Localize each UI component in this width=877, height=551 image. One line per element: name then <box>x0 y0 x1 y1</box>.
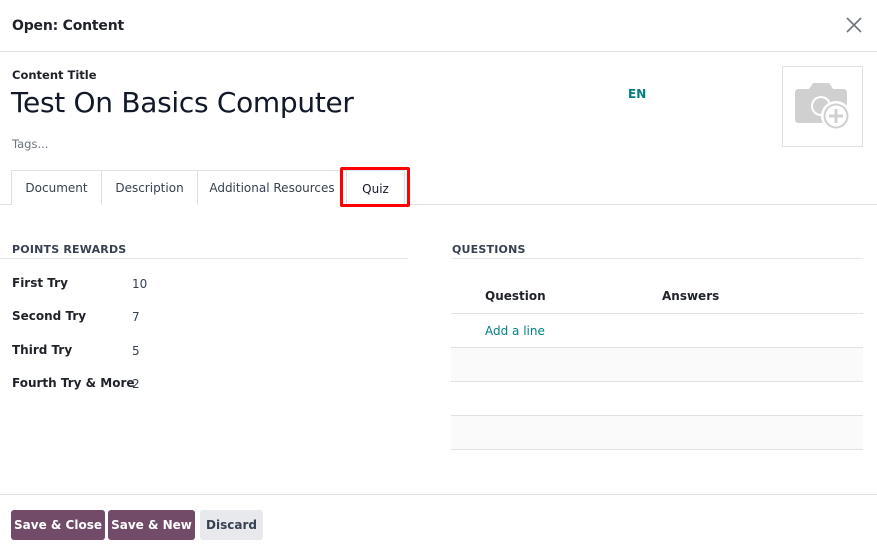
fourth-try-label: Fourth Try & More <box>12 376 135 390</box>
first-try-input[interactable]: 10 <box>132 277 147 291</box>
close-button[interactable] <box>845 14 865 36</box>
save-close-button[interactable]: Save & Close <box>11 510 105 540</box>
table-row <box>451 382 863 416</box>
camera-add-icon <box>794 82 851 131</box>
save-new-button[interactable]: Save & New <box>108 510 195 540</box>
table-row <box>451 416 863 450</box>
tab-additional-resources[interactable]: Additional Resources <box>197 170 347 205</box>
tab-bar: Document Description Additional Resource… <box>0 170 877 206</box>
content-dialog: Open: Content Content Title Test On Basi… <box>0 0 877 551</box>
image-upload[interactable] <box>782 66 863 147</box>
divider <box>451 258 863 259</box>
dialog-footer: Save & Close Save & New Discard <box>0 494 877 551</box>
questions-heading: QUESTIONS <box>452 243 526 256</box>
close-icon <box>846 17 862 33</box>
column-question[interactable]: Question <box>485 289 546 303</box>
dialog-title: Open: Content <box>12 17 124 34</box>
second-try-label: Second Try <box>12 309 87 323</box>
content-title-label: Content Title <box>12 68 97 82</box>
third-try-label: Third Try <box>12 343 73 357</box>
table-header: Question Answers <box>451 279 863 314</box>
content-title-input[interactable]: Test On Basics Computer <box>11 86 354 119</box>
add-line-link[interactable]: Add a line <box>485 324 545 338</box>
discard-button[interactable]: Discard <box>200 510 263 540</box>
table-row: Add a line <box>451 314 863 348</box>
divider <box>0 258 408 259</box>
dialog-header: Open: Content <box>0 0 877 52</box>
tab-description[interactable]: Description <box>101 170 198 205</box>
second-try-input[interactable]: 7 <box>132 310 140 324</box>
tags-input[interactable]: Tags... <box>12 137 48 151</box>
questions-table: Question Answers Add a line <box>451 279 863 450</box>
tab-document[interactable]: Document <box>11 170 102 205</box>
table-row <box>451 348 863 382</box>
column-answers[interactable]: Answers <box>662 289 719 303</box>
fourth-try-input[interactable]: 2 <box>132 377 140 391</box>
tab-quiz[interactable]: Quiz <box>346 170 405 206</box>
third-try-input[interactable]: 5 <box>132 344 140 358</box>
first-try-label: First Try <box>12 276 68 290</box>
points-rewards-heading: POINTS REWARDS <box>12 243 127 256</box>
language-button[interactable]: EN <box>628 87 646 101</box>
